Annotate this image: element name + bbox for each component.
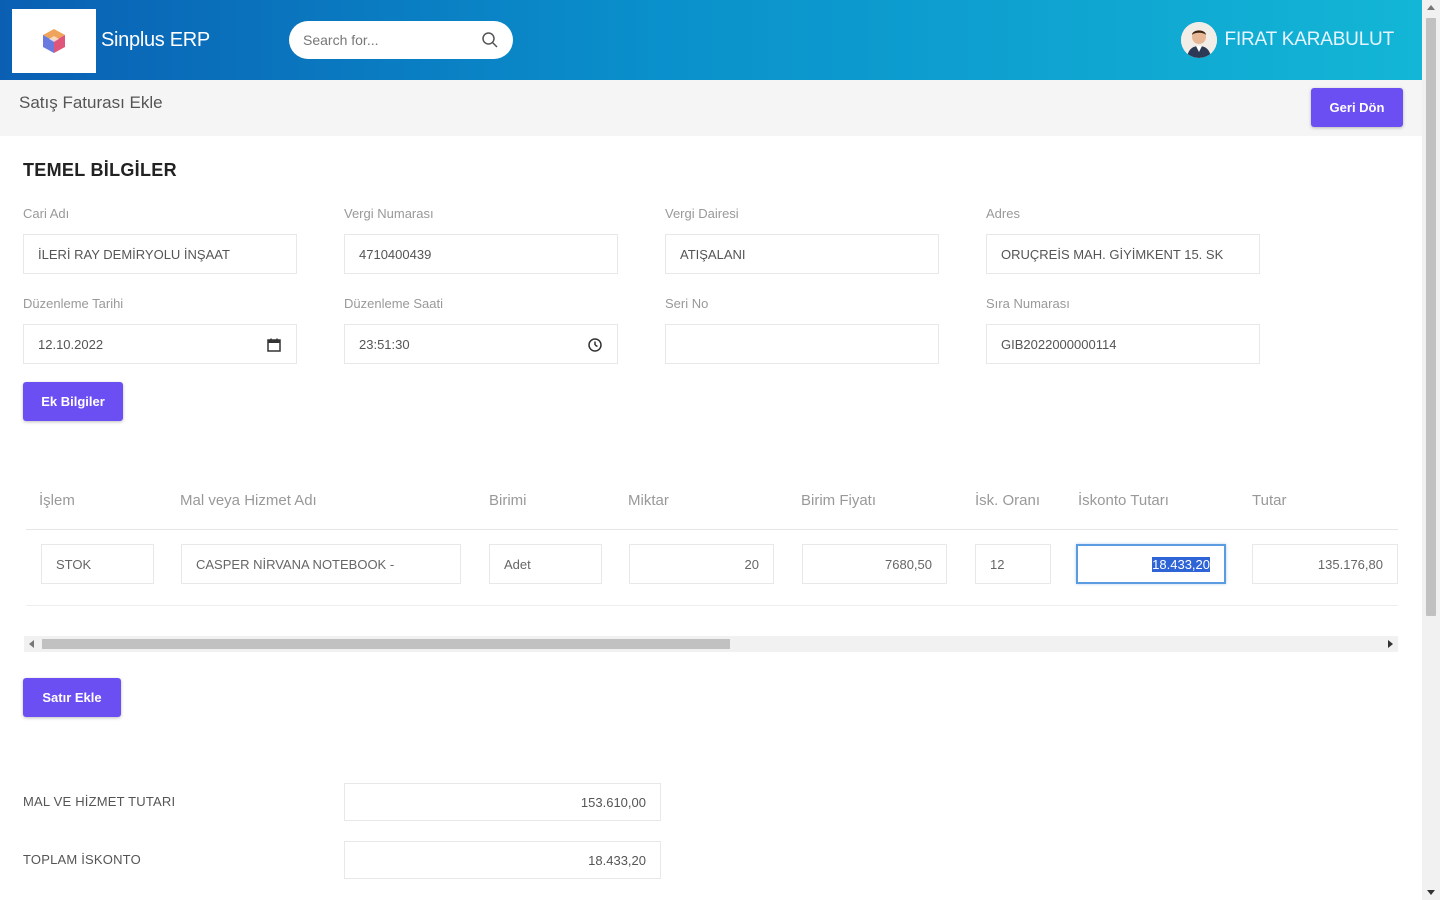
adres-label: Adres — [986, 206, 1020, 221]
duzenleme-tarihi-value: 12.10.2022 — [38, 336, 104, 352]
search-icon[interactable] — [481, 31, 499, 49]
cari-adi-field[interactable]: İLERİ RAY DEMİRYOLU İNŞAAT — [23, 234, 297, 274]
duzenleme-saati-value: 23:51:30 — [359, 336, 410, 352]
islem-value: STOK — [56, 556, 92, 572]
search-input[interactable] — [303, 30, 473, 50]
cari-adi-value: İLERİ RAY DEMİRYOLU İNŞAAT — [38, 246, 230, 262]
col-header-urun: Mal veya Hizmet Adı — [180, 492, 317, 509]
birim-fiyat-value: 7680,50 — [885, 556, 932, 572]
duzenleme-tarihi-field[interactable]: 12.10.2022 — [23, 324, 297, 364]
table-header-divider — [26, 529, 1398, 530]
birim-cell[interactable]: Adet — [489, 544, 602, 584]
col-header-tutar: Tutar — [1252, 492, 1287, 509]
vergi-no-label: Vergi Numarası — [344, 206, 434, 221]
isk-orani-value: 12 — [990, 556, 1005, 572]
vergi-no-value: 4710400439 — [359, 246, 432, 262]
birim-fiyat-cell[interactable]: 7680,50 — [802, 544, 947, 584]
scroll-up-icon[interactable] — [1427, 5, 1435, 10]
adres-field[interactable]: ORUÇREİS MAH. GİYİMKENT 15. SK — [986, 234, 1260, 274]
cari-adi-label: Cari Adı — [23, 206, 70, 221]
user-avatar-icon[interactable] — [1180, 22, 1217, 58]
urun-cell[interactable]: CASPER NİRVANA NOTEBOOK - — [181, 544, 461, 584]
col-header-miktar: Miktar — [628, 492, 669, 509]
user-name: FIRAT KARABULUT — [1224, 29, 1395, 50]
vergi-dairesi-field[interactable]: ATIŞALANI — [665, 234, 939, 274]
satir-ekle-button[interactable]: Satır Ekle — [23, 678, 121, 717]
scroll-down-icon[interactable] — [1427, 890, 1435, 895]
mal-hizmet-tutari-value: 153.610,00 — [580, 794, 646, 810]
search-box — [289, 21, 513, 59]
mal-hizmet-tutari-label: MAL VE HİZMET TUTARI — [23, 794, 176, 809]
sira-no-field[interactable]: GIB2022000000114 — [986, 324, 1260, 364]
col-header-iskonto-tutari: İskonto Tutarı — [1078, 492, 1169, 509]
horizontal-scrollbar[interactable] — [24, 636, 1398, 652]
adres-value: ORUÇREİS MAH. GİYİMKENT 15. SK — [1001, 246, 1224, 262]
back-button[interactable]: Geri Dön — [1311, 88, 1403, 127]
calendar-icon[interactable] — [266, 337, 282, 353]
mal-hizmet-tutari-field[interactable]: 153.610,00 — [344, 783, 661, 821]
toplam-iskonto-value: 18.433,20 — [588, 852, 646, 868]
seri-no-label: Seri No — [665, 296, 709, 311]
miktar-value: 20 — [744, 556, 759, 572]
col-header-islem: İşlem — [39, 492, 75, 509]
app-logo[interactable] — [12, 9, 96, 73]
col-header-birim: Birimi — [489, 492, 527, 509]
sira-no-label: Sıra Numarası — [986, 296, 1070, 311]
horizontal-scroll-thumb[interactable] — [42, 639, 730, 649]
islem-cell[interactable]: STOK — [41, 544, 154, 584]
cube-logo-icon — [43, 29, 65, 53]
vergi-no-field[interactable]: 4710400439 — [344, 234, 618, 274]
duzenleme-tarihi-label: Düzenleme Tarihi — [23, 296, 124, 311]
isk-orani-cell[interactable]: 12 — [975, 544, 1051, 584]
col-header-isk-orani: İsk. Oranı — [975, 492, 1041, 509]
scroll-left-icon[interactable] — [29, 640, 34, 648]
clock-icon[interactable] — [587, 337, 603, 353]
vergi-dairesi-value: ATIŞALANI — [680, 246, 746, 262]
toplam-iskonto-label: TOPLAM İSKONTO — [23, 852, 141, 867]
scroll-right-icon[interactable] — [1388, 640, 1393, 648]
tutar-value: 135.176,80 — [1317, 556, 1383, 572]
iskonto-tutari-cell[interactable]: 18.433,20 — [1076, 544, 1226, 584]
page-header: Satış Faturası Ekle Geri Dön — [0, 80, 1422, 136]
top-navbar: Sinplus ERP FIRAT KARABULUT — [0, 0, 1422, 80]
duzenleme-saati-label: Düzenleme Saati — [344, 296, 443, 311]
page-title: Satış Faturası Ekle — [19, 93, 163, 112]
app-name: Sinplus ERP — [101, 29, 210, 51]
duzenleme-saati-field[interactable]: 23:51:30 — [344, 324, 618, 364]
urun-value: CASPER NİRVANA NOTEBOOK - — [196, 556, 395, 572]
col-header-birim-fiyat: Birim Fiyatı — [801, 492, 876, 509]
iskonto-tutari-value: 18.433,20 — [1152, 556, 1210, 572]
sira-no-value: GIB2022000000114 — [1001, 336, 1117, 352]
miktar-cell[interactable]: 20 — [629, 544, 774, 584]
user-menu[interactable]: FIRAT KARABULUT — [1180, 22, 1395, 58]
vertical-scrollbar[interactable] — [1422, 0, 1440, 900]
vertical-scroll-thumb[interactable] — [1426, 18, 1436, 616]
tutar-cell[interactable]: 135.176,80 — [1252, 544, 1398, 584]
birim-value: Adet — [504, 556, 531, 572]
seri-no-field[interactable] — [665, 324, 939, 364]
toplam-iskonto-field[interactable]: 18.433,20 — [344, 841, 661, 879]
vergi-dairesi-label: Vergi Dairesi — [665, 206, 739, 221]
table-row-divider — [26, 605, 1398, 606]
ek-bilgiler-button[interactable]: Ek Bilgiler — [23, 382, 123, 421]
section-title: TEMEL BİLGİLER — [23, 160, 177, 180]
